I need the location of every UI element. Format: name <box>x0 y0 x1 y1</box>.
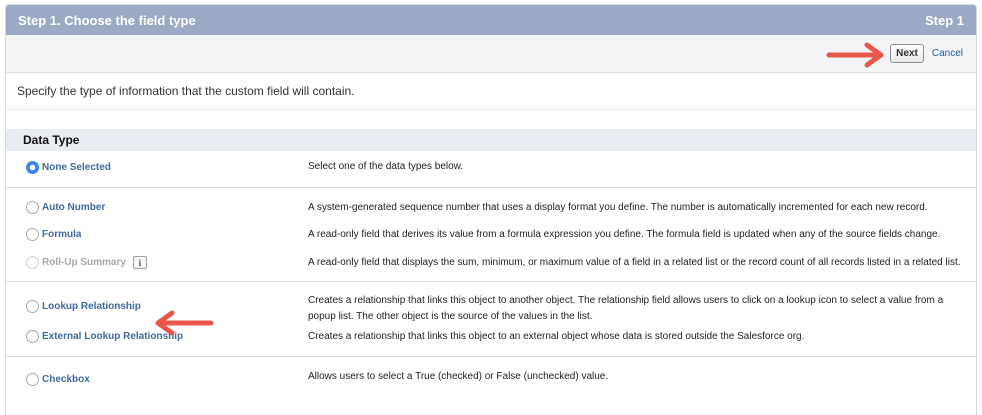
radio-external-lookup[interactable] <box>26 330 39 343</box>
option-row-checkbox: Checkbox Allows users to select a True (… <box>6 369 976 386</box>
option-group-basic: Checkbox Allows users to select a True (… <box>6 357 976 394</box>
option-row-none-selected: None Selected Select one of the data typ… <box>6 159 976 175</box>
option-group-relationship: Lookup Relationship Creates a relationsh… <box>6 282 976 357</box>
option-label-formula[interactable]: Formula <box>42 229 81 240</box>
option-row-formula: Formula A read-only field that derives i… <box>6 227 976 243</box>
option-label-checkbox[interactable]: Checkbox <box>42 374 90 385</box>
option-desc-roll-up-summary: A read-only field that displays the sum,… <box>308 257 961 268</box>
step-title: Step 1. Choose the field type <box>18 12 196 28</box>
option-desc-none-selected: Select one of the data types below. <box>308 161 464 172</box>
option-row-roll-up-summary: Roll-Up Summary i A read-only field that… <box>6 255 976 271</box>
next-button[interactable]: Next <box>890 44 924 63</box>
info-icon[interactable]: i <box>132 256 147 269</box>
option-desc-checkbox: Allows users to select a True (checked) … <box>308 371 609 382</box>
setup-wizard-panel: Step 1. Choose the field type Step 1 Nex… <box>5 4 977 415</box>
option-group-calculated: Auto Number A system-generated sequence … <box>6 188 976 282</box>
option-label-none-selected[interactable]: None Selected <box>42 162 111 173</box>
radio-none-selected[interactable] <box>26 161 39 174</box>
radio-lookup-relationship[interactable] <box>26 300 39 313</box>
intro-text: Specify the type of information that the… <box>6 73 976 110</box>
radio-auto-number[interactable] <box>26 201 39 214</box>
option-row-external-lookup: External Lookup Relationship Creates a r… <box>6 329 976 345</box>
option-desc-lookup-relationship: Creates a relationship that links this o… <box>308 295 944 322</box>
option-desc-formula: A read-only field that derives its value… <box>308 229 941 240</box>
option-label-external-lookup[interactable]: External Lookup Relationship <box>42 331 183 342</box>
radio-roll-up-summary <box>26 256 39 269</box>
button-bar: Next Cancel <box>6 35 976 73</box>
radio-formula[interactable] <box>26 228 39 241</box>
option-desc-external-lookup: Creates a relationship that links this o… <box>308 331 805 342</box>
option-label-roll-up-summary: Roll-Up Summary <box>42 257 126 268</box>
option-row-lookup-relationship: Lookup Relationship Creates a relationsh… <box>6 293 976 325</box>
option-label-auto-number[interactable]: Auto Number <box>42 202 105 213</box>
option-desc-auto-number: A system-generated sequence number that … <box>308 202 928 213</box>
option-row-auto-number: Auto Number A system-generated sequence … <box>6 200 976 216</box>
radio-checkbox[interactable] <box>26 373 39 386</box>
option-label-lookup-relationship[interactable]: Lookup Relationship <box>42 301 141 312</box>
option-group-none: None Selected Select one of the data typ… <box>6 151 976 188</box>
step-counter: Step 1 <box>924 12 964 28</box>
section-title-data-type: Data Type <box>6 129 976 151</box>
cancel-link[interactable]: Cancel <box>932 48 963 59</box>
step-header: Step 1. Choose the field type Step 1 <box>6 5 976 35</box>
